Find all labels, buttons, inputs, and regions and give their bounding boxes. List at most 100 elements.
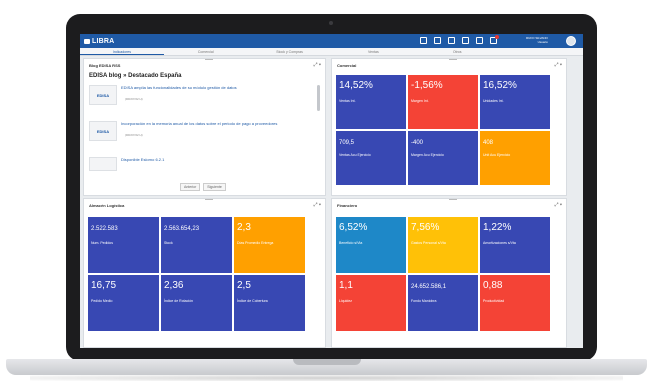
next-button[interactable]: Siguiente <box>203 183 226 191</box>
kpi-tile[interactable]: 2.522.583 Num. Pedidos <box>88 217 159 273</box>
kpi-tile[interactable]: -1,56% Margen Int. <box>408 75 478 129</box>
kpi-value: 2.563.654,23 <box>164 226 200 232</box>
monitor-icon[interactable] <box>420 37 427 44</box>
kpi-tile[interactable]: 2,36 Índice de Rotación <box>161 275 232 331</box>
blog-item[interactable]: EDISA Incorporación en la memoria anual … <box>89 121 311 147</box>
kpi-value: 14,52% <box>339 80 373 91</box>
panel-menu-icon[interactable]: ⤢ ▾ <box>314 62 322 68</box>
kpi-label: Beneficio s/Vta <box>339 241 363 245</box>
blog-thumbnail: EDISA <box>89 85 117 105</box>
laptop-lid: LIBRA RUFO SILVANO Usuario Indicadores C… <box>66 14 597 361</box>
kpi-tile[interactable]: -400 Margen Acu Ejercicio <box>408 131 478 185</box>
kpi-label: Unidades Int. <box>483 99 504 103</box>
kpi-label: Fondo Maniobra <box>411 299 437 303</box>
kpi-value: 2,36 <box>164 280 184 291</box>
kpi-label: Ventas Int. <box>339 99 356 103</box>
blog-date: (DD/07/22 H) <box>125 133 143 137</box>
user-role: Usuario <box>537 40 548 44</box>
kpi-tile[interactable]: 2,5 Índice de Cobertura <box>234 275 305 331</box>
app-logo[interactable]: LIBRA <box>84 38 114 45</box>
comercial-panel: Comercial ⤢ ▾ 14,52% Ventas Int. -1,56% … <box>331 58 567 196</box>
document-icon[interactable] <box>448 37 455 44</box>
tab-ventas[interactable]: Ventas <box>331 48 415 55</box>
panel-title: Blog EDISA RSS <box>89 63 121 68</box>
kpi-label: Unit Acu Ejercicio <box>483 153 511 157</box>
kpi-label: Productividad <box>483 299 505 303</box>
kpi-label: Días Promedio Entrega <box>237 241 274 245</box>
logistica-panel: Almacén Logística ⤢ ▾ 2.522.583 Num. Ped… <box>83 198 326 348</box>
kpi-tile[interactable]: 2.563.654,23 Stock <box>161 217 232 273</box>
kpi-value: 709,5 <box>339 140 355 146</box>
user-info[interactable]: RUFO SILVANO Usuario <box>526 36 548 44</box>
kpi-label: Liquidez <box>339 299 353 303</box>
previous-button[interactable]: Anterior <box>180 183 201 191</box>
camera-icon <box>329 21 333 25</box>
kpi-value: 2,3 <box>237 222 251 233</box>
grid-icon[interactable] <box>462 37 469 44</box>
kpi-label: Num. Pedidos <box>91 241 113 245</box>
kpi-value: 16,75 <box>91 280 117 291</box>
blog-link[interactable]: EDISA amplía las funcionalidades de su m… <box>121 85 311 90</box>
kpi-tile[interactable]: 0,88 Productividad <box>480 275 550 331</box>
logo-icon <box>84 38 90 44</box>
panel-menu-icon[interactable]: ⤢ ▾ <box>555 62 563 68</box>
kpi-label: Índice de Rotación <box>164 299 193 303</box>
kpi-label: Pedido Medio <box>91 299 113 303</box>
tab-comercial[interactable]: Comercial <box>164 48 248 55</box>
list-icon[interactable] <box>476 37 483 44</box>
blog-item[interactable]: EDISA EDISA amplía las funcionalidades d… <box>89 85 311 111</box>
kpi-tile[interactable]: 1,1 Liquidez <box>336 275 406 331</box>
kpi-value: -400 <box>411 140 424 146</box>
blog-pagination: Anterior Siguiente <box>180 183 226 191</box>
kpi-tile[interactable]: 7,56% Gastos Personal s/Vta <box>408 217 478 273</box>
kpi-tile[interactable]: 2,3 Días Promedio Entrega <box>234 217 305 273</box>
kpi-value: 24.652.586,1 <box>411 284 447 290</box>
notification-icon[interactable] <box>490 35 499 44</box>
kpi-label: Amortizaciones s/Vta <box>483 241 516 245</box>
kpi-label: Gastos Personal s/Vta <box>411 241 446 245</box>
avatar[interactable] <box>566 36 576 46</box>
drag-handle[interactable] <box>204 199 213 200</box>
blog-item[interactable]: Disponible Eslorno 6.2.1 <box>89 157 311 175</box>
drag-handle[interactable] <box>204 59 213 60</box>
kpi-value: 408 <box>483 140 494 146</box>
home-icon[interactable] <box>434 37 441 44</box>
kpi-value: 6,52% <box>339 222 368 233</box>
financiero-panel: Financiero ⤢ ▾ 6,52% Beneficio s/Vta 7,5… <box>331 198 567 348</box>
kpi-tile[interactable]: 16,52% Unidades Int. <box>480 75 550 129</box>
blog-panel: Blog EDISA RSS ⤢ ▾ EDISA blog » Destacad… <box>83 58 326 196</box>
kpi-tile[interactable]: 24.652.586,1 Fondo Maniobra <box>408 275 478 331</box>
kpi-value: 7,56% <box>411 222 440 233</box>
panel-title: Financiero <box>337 203 358 208</box>
drag-handle[interactable] <box>449 199 457 200</box>
kpi-value: 16,52% <box>483 80 517 91</box>
blog-link[interactable]: Disponible Eslorno 6.2.1 <box>121 157 311 162</box>
panel-menu-icon[interactable]: ⤢ ▾ <box>314 202 322 208</box>
kpi-value: 2,5 <box>237 280 251 291</box>
kpi-tile[interactable]: 6,52% Beneficio s/Vta <box>336 217 406 273</box>
panel-title: Comercial <box>337 63 357 68</box>
tab-indicadores[interactable]: Indicadores <box>80 48 164 55</box>
kpi-tile[interactable]: 408 Unit Acu Ejercicio <box>480 131 550 185</box>
tab-stock-compras[interactable]: Stock y Compras <box>248 48 332 55</box>
panel-menu-icon[interactable]: ⤢ ▾ <box>555 202 563 208</box>
toolbar-icons <box>420 35 499 44</box>
kpi-value: 1,1 <box>339 280 353 291</box>
scrollbar[interactable] <box>317 85 320 111</box>
laptop-notch <box>293 359 361 365</box>
kpi-tile[interactable]: 709,5 Ventas Acu Ejercicio <box>336 131 406 185</box>
kpi-tile[interactable]: 16,75 Pedido Medio <box>88 275 159 331</box>
tab-extra[interactable] <box>499 48 583 55</box>
brand-name: LIBRA <box>92 37 115 45</box>
kpi-tile[interactable]: 14,52% Ventas Int. <box>336 75 406 129</box>
kpi-label: Índice de Cobertura <box>237 299 268 303</box>
kpi-value: 2.522.583 <box>91 226 118 232</box>
blog-link[interactable]: Incorporación en la memoria anual de los… <box>121 121 311 126</box>
drag-handle[interactable] <box>449 59 457 60</box>
blog-thumbnail: EDISA <box>89 121 117 141</box>
kpi-label: Stock <box>164 241 173 245</box>
kpi-label: Margen Acu Ejercicio <box>411 153 444 157</box>
laptop-mockup: LIBRA RUFO SILVANO Usuario Indicadores C… <box>0 0 653 385</box>
tab-otros[interactable]: Otros <box>415 48 499 55</box>
kpi-tile[interactable]: 1,22% Amortizaciones s/Vta <box>480 217 550 273</box>
